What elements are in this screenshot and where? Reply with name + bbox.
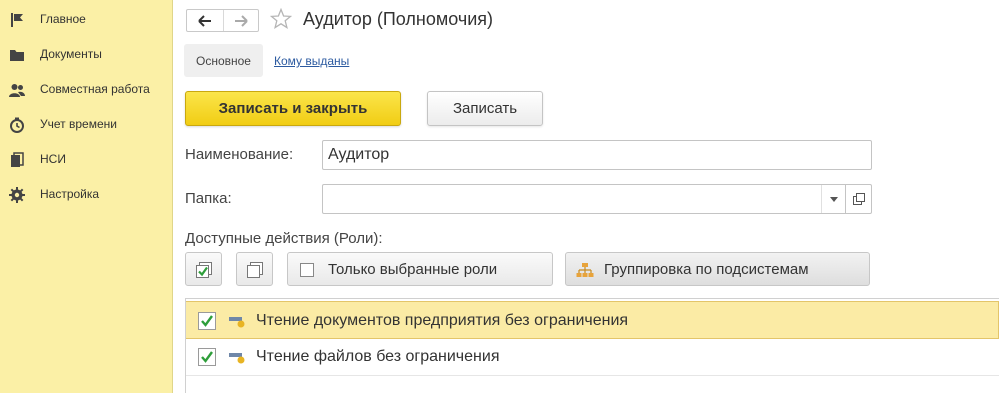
folder-icon xyxy=(10,50,24,61)
back-button[interactable] xyxy=(187,10,223,31)
sidebar-item-label: Документы xyxy=(40,47,102,61)
folder-open-button[interactable] xyxy=(845,185,871,213)
name-label: Наименование: xyxy=(185,146,294,163)
sidebar-item-nsi[interactable]: НСИ xyxy=(0,144,172,174)
group-by-subsystems-label: Группировка по подсистемам xyxy=(604,261,809,278)
only-selected-roles-label: Только выбранные роли xyxy=(328,261,498,278)
role-icon xyxy=(229,353,245,364)
sidebar-item-label: Учет времени xyxy=(40,117,117,131)
flag-icon xyxy=(11,13,23,27)
checkmark-icon xyxy=(201,315,213,327)
checkbox-icon xyxy=(300,263,314,277)
name-field[interactable]: Аудитор xyxy=(322,140,872,170)
hierarchy-icon xyxy=(576,263,594,277)
sidebar-item-documents[interactable]: Документы xyxy=(0,39,172,69)
users-icon xyxy=(9,84,25,97)
role-label: Чтение файлов без ограничения xyxy=(256,348,500,365)
check-all-button[interactable] xyxy=(185,252,222,286)
tab-main[interactable]: Основное xyxy=(184,44,263,77)
sidebar-item-label: Главное xyxy=(40,12,86,26)
role-icon xyxy=(229,317,245,328)
sidebar-item-label: Настройка xyxy=(40,187,100,201)
name-value: Аудитор xyxy=(328,146,390,163)
favorite-star-icon[interactable] xyxy=(270,8,292,30)
uncheck-all-button[interactable] xyxy=(236,252,273,286)
checkmark-icon xyxy=(201,351,213,363)
folder-field[interactable] xyxy=(322,184,872,214)
main-content: Аудитор (Полномочия) Основное Кому выдан… xyxy=(174,0,999,393)
sidebar-item-label: НСИ xyxy=(40,152,66,166)
folder-dropdown-button[interactable] xyxy=(821,185,845,213)
arrow-left-icon xyxy=(198,14,211,27)
tab-issued-to[interactable]: Кому выданы xyxy=(274,54,349,68)
sidebar-item-time-tracking[interactable]: Учет времени xyxy=(0,109,172,139)
forward-button[interactable] xyxy=(222,10,259,31)
gear-icon xyxy=(9,187,25,203)
actions-label: Доступные действия (Роли): xyxy=(185,230,383,247)
sidebar-item-settings[interactable]: Настройка xyxy=(0,179,172,209)
only-selected-roles-toggle[interactable]: Только выбранные роли xyxy=(287,252,553,286)
roles-list: Чтение документов предприятия без ограни… xyxy=(185,298,999,393)
open-window-icon xyxy=(852,193,865,205)
save-and-close-button[interactable]: Записать и закрыть xyxy=(185,91,401,126)
book-icon xyxy=(11,152,24,167)
role-label: Чтение документов предприятия без ограни… xyxy=(256,312,629,329)
folder-label: Папка: xyxy=(185,190,232,207)
chevron-down-icon xyxy=(829,196,838,202)
role-checkbox[interactable] xyxy=(198,312,216,330)
sidebar-item-main[interactable]: Главное xyxy=(0,4,172,34)
arrow-right-icon xyxy=(234,14,248,27)
sidebar: Главное Документы Совместная работа Учет… xyxy=(0,0,173,393)
table-row[interactable]: Чтение файлов без ограничения xyxy=(186,338,999,376)
group-by-subsystems-toggle[interactable]: Группировка по подсистемам xyxy=(565,252,870,286)
uncheck-all-icon xyxy=(247,262,263,278)
check-all-icon xyxy=(196,262,212,278)
clock-icon xyxy=(10,117,24,133)
save-button[interactable]: Записать xyxy=(427,91,543,126)
sidebar-item-label: Совместная работа xyxy=(40,82,150,96)
sidebar-item-collaboration[interactable]: Совместная работа xyxy=(0,74,172,104)
role-checkbox[interactable] xyxy=(198,348,216,366)
history-nav xyxy=(186,9,259,32)
table-row[interactable]: Чтение документов предприятия без ограни… xyxy=(186,301,999,339)
page-title: Аудитор (Полномочия) xyxy=(303,9,493,29)
